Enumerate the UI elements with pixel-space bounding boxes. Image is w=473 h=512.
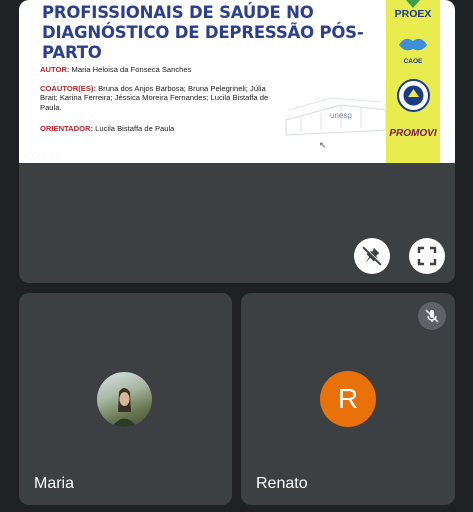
sponsor-sidebar: PROEX CAOE PROMOVI <box>386 0 440 163</box>
mic-muted-indicator[interactable] <box>418 302 446 330</box>
slide-advisor-line: ORIENTADOR: Lucila Bistaffa de Paula <box>40 124 272 133</box>
slide-title: PROFISSIONAIS DE SAÚDE NO DIAGNÓSTICO DE… <box>42 3 364 62</box>
pin-off-icon <box>362 246 382 266</box>
proex-logo: PROEX <box>394 8 432 20</box>
author-value: Maria Heloisa da Fonseca Sanches <box>71 65 192 74</box>
avatar <box>97 372 152 427</box>
slide-author-line: AUTOR: Maria Heloisa da Fonseca Sanches <box>40 65 272 74</box>
unesp-logo: unesp <box>330 111 352 120</box>
pin-off-button[interactable] <box>354 238 390 274</box>
profile-photo-icon <box>112 388 137 427</box>
fullscreen-icon <box>417 246 437 266</box>
fullscreen-button[interactable] <box>409 238 445 274</box>
seal-icon <box>397 79 430 112</box>
building-sketch-image <box>285 97 387 136</box>
presentation-tile[interactable]: PROFISSIONAIS DE SAÚDE NO DIAGNÓSTICO DE… <box>19 0 455 283</box>
slide-coauthors-line: COAUTOR(ES): Bruna dos Anjos Barbosa; Br… <box>40 84 272 112</box>
advisor-label: ORIENTADOR: <box>40 124 94 133</box>
participant-tile-maria[interactable]: Maria <box>19 293 232 505</box>
shared-slide: PROFISSIONAIS DE SAÚDE NO DIAGNÓSTICO DE… <box>19 0 455 163</box>
coauthors-label: COAUTOR(ES): <box>40 84 96 93</box>
advisor-value: Lucila Bistaffa de Paula <box>95 124 175 133</box>
participant-name: Renato <box>256 475 308 492</box>
caoe-logo: CAOE <box>403 58 423 65</box>
proex-leaf-icon <box>406 0 420 8</box>
participant-tile-renato[interactable]: R Renato <box>241 293 455 505</box>
avatar: R <box>320 371 376 427</box>
promovi-logo: PROMOVI <box>389 128 437 139</box>
mic-off-icon <box>425 309 439 323</box>
cursor-icon: ↖ <box>319 140 327 150</box>
author-label: AUTOR: <box>40 65 70 74</box>
participant-name: Maria <box>34 475 75 492</box>
caoe-hands-icon <box>399 38 427 51</box>
slide-footer-mark: · · · · · · <box>25 152 60 159</box>
